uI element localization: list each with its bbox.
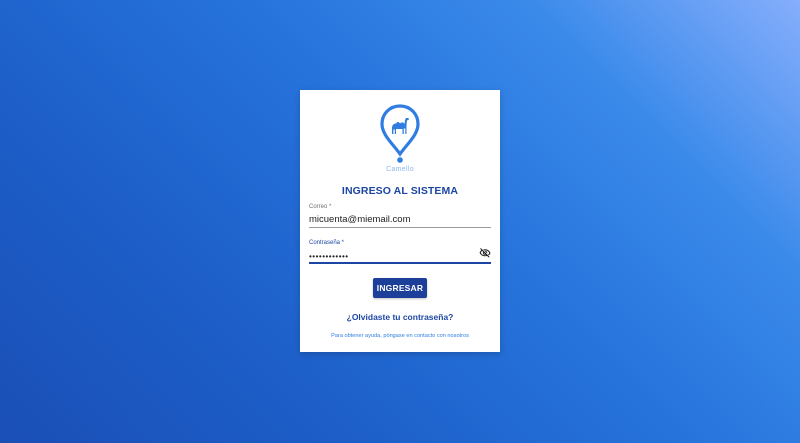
password-field[interactable] bbox=[309, 249, 491, 263]
help-contact-text: Para obtener ayuda, póngase en contacto … bbox=[331, 333, 469, 339]
brand-name: Camello bbox=[386, 166, 414, 173]
password-field-container: Contraseña * bbox=[309, 240, 491, 266]
email-underline bbox=[309, 227, 491, 228]
email-label: Correo * bbox=[309, 204, 332, 210]
email-field[interactable] bbox=[309, 212, 491, 226]
forgot-password-link[interactable]: ¿Olvidaste tu contraseña? bbox=[300, 312, 500, 322]
page-title: INGRESO AL SISTEMA bbox=[341, 185, 459, 197]
password-underline bbox=[309, 262, 491, 264]
camel-location-pin-icon bbox=[380, 104, 420, 163]
eye-off-icon[interactable] bbox=[479, 247, 491, 259]
login-card: Camello INGRESO AL SISTEMA Correo * Cont… bbox=[300, 90, 500, 352]
login-button[interactable]: INGRESAR bbox=[373, 278, 427, 298]
email-field-container: Correo * bbox=[309, 204, 491, 230]
password-label: Contraseña * bbox=[309, 240, 345, 246]
